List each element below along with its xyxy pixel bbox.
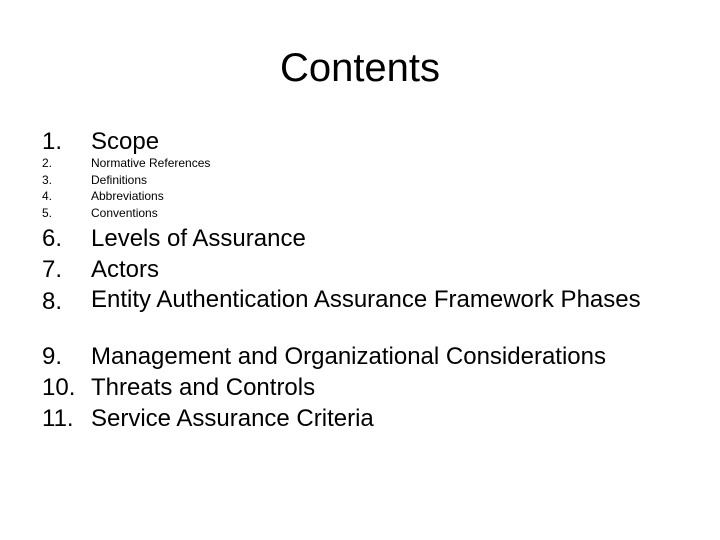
toc-item-label: Threats and Controls xyxy=(91,374,316,401)
toc-item-number: 3. xyxy=(42,173,53,187)
slide: Contents 1. Scope 2. Normative Reference… xyxy=(0,0,720,540)
toc-item-number: 5. xyxy=(42,206,53,220)
toc-item-number: 11. xyxy=(42,405,74,432)
toc-item-number: 7. xyxy=(42,256,63,283)
toc-item-label: Definitions xyxy=(91,173,148,187)
toc-item-number: 1. xyxy=(42,128,63,155)
toc-item-label: Abbreviations xyxy=(91,189,164,203)
toc-item-label: Entity Authentication Assurance Framewor… xyxy=(91,286,641,313)
slide-title: Contents xyxy=(279,46,441,90)
toc-item-label: Levels of Assurance xyxy=(91,225,306,252)
toc-item-number: 8. xyxy=(42,288,63,315)
toc-item-label: Management and Organizational Considerat… xyxy=(91,343,606,370)
toc-item-number: 6. xyxy=(42,225,63,252)
toc-item-label: Actors xyxy=(91,256,160,283)
toc-item-number: 10. xyxy=(42,374,76,401)
toc-item-number: 9. xyxy=(42,343,63,370)
toc-item-label: Normative References xyxy=(91,156,211,170)
toc-item-number: 4. xyxy=(42,189,53,203)
toc-item-label: Service Assurance Criteria xyxy=(91,405,374,432)
toc-item-number: 2. xyxy=(42,156,53,170)
toc-item-label: Conventions xyxy=(91,206,158,220)
toc-item-label: Scope xyxy=(91,128,160,155)
